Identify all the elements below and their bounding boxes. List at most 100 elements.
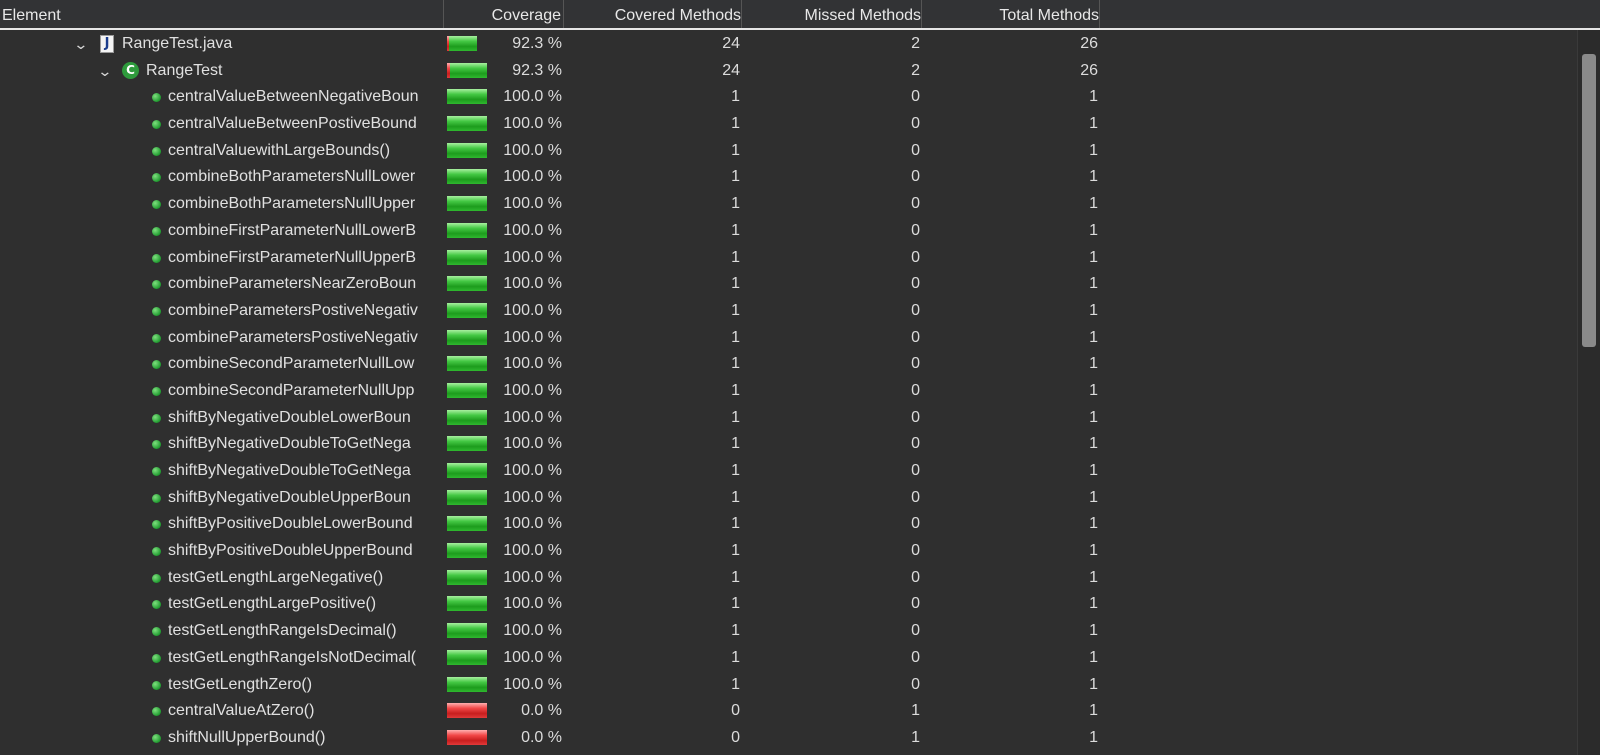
method-row[interactable]: testGetLengthRangeIsDecimal() 100.0 % 1 0 1 xyxy=(0,618,1100,645)
element-label: shiftByPositiveDoubleUpperBound xyxy=(168,542,413,560)
column-header-element[interactable]: Element xyxy=(0,0,444,28)
coverage-bar-covered xyxy=(447,89,487,105)
method-row[interactable]: shiftByNegativeDoubleToGetNega 100.0 % 1 0 1 xyxy=(0,431,1100,458)
method-row[interactable]: testGetLengthZero() 100.0 % 1 0 1 xyxy=(0,672,1100,699)
method-row[interactable]: testGetLengthRangeIsNotDecimal(100.0 % 1 0… xyxy=(0,645,1100,672)
coverage-bar-covered xyxy=(447,463,487,478)
covered-methods-count: 1 xyxy=(731,488,740,506)
covered-methods-count: 1 xyxy=(731,328,740,346)
coverage-bar-covered xyxy=(447,382,487,398)
coverage-percent: 100.0 % xyxy=(503,408,562,426)
element-cell: shiftNullUpperBound() xyxy=(0,725,444,751)
coverage-percent: 100.0 % xyxy=(503,301,562,319)
coverage-bar xyxy=(447,623,487,639)
element-label: combineFirstParameterNullUpperB xyxy=(168,248,417,266)
method-icon xyxy=(152,627,161,637)
method-row[interactable]: testGetLengthLargeNegative() 100.0 % 1 0 1 xyxy=(0,565,1100,592)
element-label: testGetLengthZero() xyxy=(168,675,313,693)
total-methods-count: 1 xyxy=(1089,488,1098,506)
method-row[interactable]: combineFirstParameterNullUpperB 100.0 % 1 0… xyxy=(0,245,1100,272)
file-row[interactable]: ⌄ J RangeTest.java 92.3 % 24 2 26 xyxy=(0,31,1100,58)
missed-methods-count: 0 xyxy=(911,248,920,266)
coverage-bar-covered xyxy=(447,649,487,665)
coverage-bar xyxy=(447,436,487,452)
element-label: RangeTest xyxy=(146,61,223,79)
coverage-bar-covered xyxy=(449,36,477,51)
coverage-bar xyxy=(447,596,487,612)
method-row[interactable]: shiftByNegativeDoubleLowerBoun 100.0 % 1 0 1 xyxy=(0,405,1100,432)
method-row[interactable]: combineParametersPostiveNegativ 100.0 % 1 0… xyxy=(0,298,1100,325)
coverage-percent: 92.3 % xyxy=(512,35,562,52)
total-methods-count: 1 xyxy=(1089,301,1098,319)
covered-methods-count: 1 xyxy=(731,141,740,159)
coverage-percent: 0.0 % xyxy=(521,702,562,720)
method-row[interactable]: combineSecondParameterNullLow 100.0 % 1 0 1 xyxy=(0,351,1100,378)
missed-methods-count: 0 xyxy=(911,462,920,479)
method-icon xyxy=(152,333,161,343)
chevron-down-icon[interactable]: ⌄ xyxy=(97,58,112,84)
total-methods-count: 1 xyxy=(1089,648,1098,666)
method-row[interactable]: combineParametersNearZeroBoun 100.0 % 1 0 1 xyxy=(0,271,1100,298)
coverage-bar xyxy=(447,463,487,478)
element-cell: testGetLengthZero() xyxy=(0,672,444,698)
coverage-bar xyxy=(447,222,487,238)
total-methods-count: 1 xyxy=(1089,542,1098,560)
column-header-coverage[interactable]: ⌄ Coverage xyxy=(444,0,564,28)
total-methods-count: 1 xyxy=(1089,141,1098,159)
element-cell: shiftByNegativeDoubleToGetNega xyxy=(0,431,444,457)
chevron-down-icon[interactable]: ⌄ xyxy=(73,31,88,57)
method-row[interactable]: shiftByNegativeDoubleUpperBoun 100.0 % 1 0 1 xyxy=(0,485,1100,512)
total-methods-count: 1 xyxy=(1089,702,1098,720)
method-icon xyxy=(152,413,161,423)
method-row[interactable]: combineBothParametersNullLower 100.0 % 1 0 1 xyxy=(0,164,1100,191)
element-cell: shiftByNegativeDoubleToGetNega xyxy=(0,458,444,484)
coverage-percent: 100.0 % xyxy=(503,648,562,666)
coverage-bar-covered xyxy=(447,276,487,292)
total-methods-count: 1 xyxy=(1089,381,1098,399)
method-row[interactable]: shiftByPositiveDoubleUpperBound 100.0 % 1 0… xyxy=(0,538,1100,565)
vertical-scrollbar[interactable] xyxy=(1577,30,1600,755)
total-methods-count: 1 xyxy=(1089,728,1098,746)
scrollbar-thumb[interactable] xyxy=(1582,54,1596,347)
covered-methods-count: 1 xyxy=(731,88,740,106)
coverage-percent: 100.0 % xyxy=(503,488,562,506)
covered-methods-count: 1 xyxy=(731,675,740,693)
coverage-percent: 100.0 % xyxy=(503,115,562,133)
element-label: centralValueAtZero() xyxy=(168,702,315,720)
covered-methods-count: 1 xyxy=(731,622,740,640)
method-row[interactable]: centralValueBetweenNegativeBoun 100.0 % 1 0… xyxy=(0,84,1100,111)
method-icon xyxy=(152,600,161,610)
coverage-percent: 100.0 % xyxy=(503,248,562,266)
method-icon xyxy=(152,680,161,690)
column-header-total-methods[interactable]: Total Methods xyxy=(922,0,1100,28)
method-row[interactable]: centralValueAtZero() 0.0 % 0 1 1 xyxy=(0,698,1100,725)
missed-methods-count: 0 xyxy=(911,141,920,159)
coverage-bar-missed xyxy=(447,703,487,719)
method-row[interactable]: centralValuewithLargeBounds() 100.0 % 1 0 1 xyxy=(0,138,1100,165)
element-label: combineParametersPostiveNegativ xyxy=(168,301,418,319)
coverage-bar xyxy=(447,169,487,185)
class-row[interactable]: ⌄ C RangeTest 92.3 % 24 2 26 xyxy=(0,58,1100,85)
method-row[interactable]: testGetLengthLargePositive() 100.0 % 1 0 1 xyxy=(0,591,1100,618)
total-methods-count: 1 xyxy=(1089,675,1098,693)
column-header-covered-methods[interactable]: Covered Methods xyxy=(564,0,742,28)
method-row[interactable]: shiftNullUpperBound() 0.0 % 0 1 1 xyxy=(0,725,1100,752)
coverage-bar-covered xyxy=(447,623,487,639)
element-cell: combineParametersPostiveNegativ xyxy=(0,325,444,351)
coverage-bar xyxy=(447,569,487,585)
missed-methods-count: 0 xyxy=(911,408,920,426)
method-row[interactable]: centralValueBetweenPostiveBound 100.0 % 1 0… xyxy=(0,111,1100,138)
element-cell: testGetLengthLargeNegative() xyxy=(0,565,444,591)
column-header-missed-methods[interactable]: Missed Methods xyxy=(742,0,922,28)
method-icon xyxy=(152,653,161,663)
method-row[interactable]: combineSecondParameterNullUpp 100.0 % 1 0 1 xyxy=(0,378,1100,405)
covered-methods-count: 1 xyxy=(731,301,740,319)
total-methods-count: 1 xyxy=(1089,595,1098,613)
element-label: combineBothParametersNullUpper xyxy=(168,195,416,213)
method-row[interactable]: shiftByPositiveDoubleLowerBound 100.0 % 1 0… xyxy=(0,511,1100,538)
method-row[interactable]: combineFirstParameterNullLowerB 100.0 % 1 0… xyxy=(0,218,1100,245)
coverage-bar-covered xyxy=(447,222,487,238)
method-row[interactable]: combineParametersPostiveNegativ 100.0 % 1 0… xyxy=(0,325,1100,352)
method-row[interactable]: combineBothParametersNullUpper 100.0 % 1 0 1 xyxy=(0,191,1100,218)
method-row[interactable]: shiftByNegativeDoubleToGetNega 100.0 % 1 0 1 xyxy=(0,458,1100,485)
